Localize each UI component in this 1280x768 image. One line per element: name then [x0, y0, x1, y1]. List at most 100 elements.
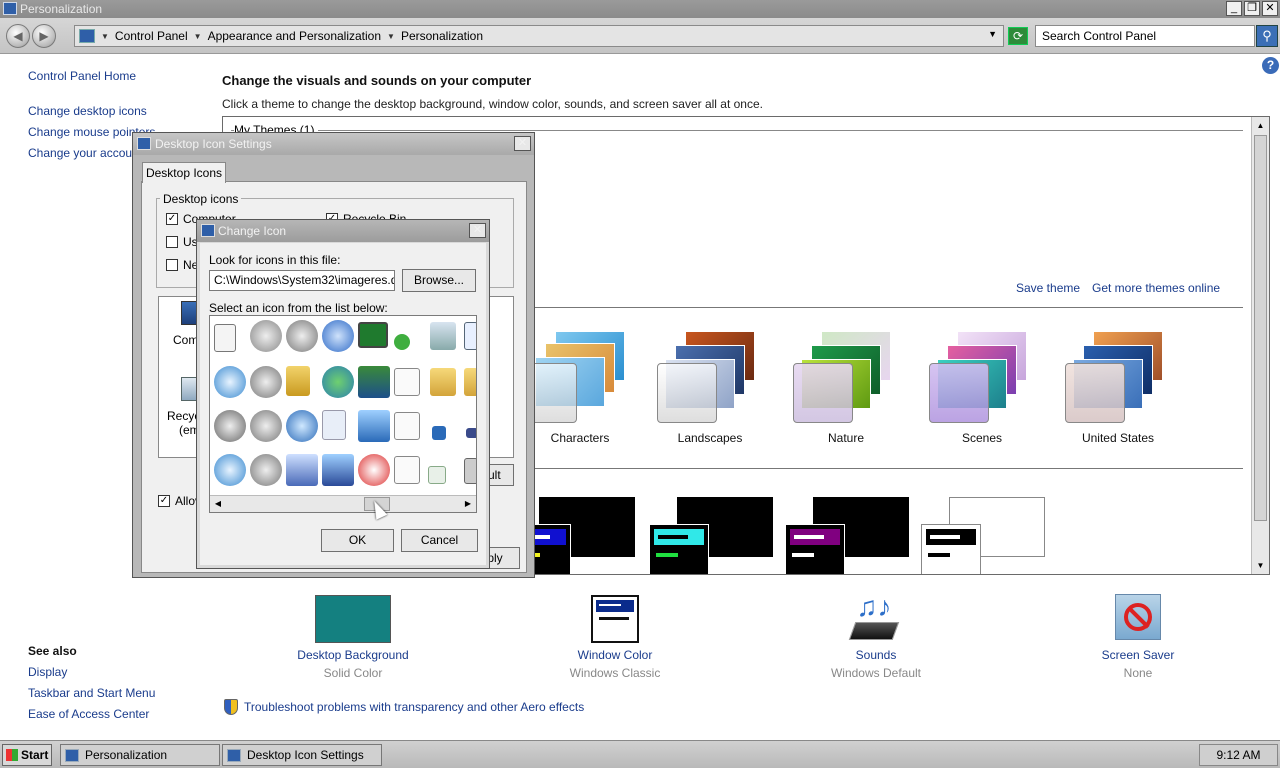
theme-basic-3[interactable] — [785, 497, 909, 574]
cancel-button[interactable]: Cancel — [401, 529, 478, 552]
theme-basic-4[interactable] — [921, 497, 1045, 574]
help-icon[interactable]: ? — [1262, 57, 1279, 74]
theme-scenes[interactable]: Scenes — [917, 327, 1047, 447]
scroll-down-icon[interactable]: ▼ — [1252, 557, 1269, 574]
taskbar-clock[interactable]: 9:12 AM — [1199, 744, 1278, 766]
breadcrumb-appearance[interactable]: Appearance and Personalization — [208, 29, 381, 43]
bd-disc-icon[interactable] — [250, 410, 282, 442]
look-for-label: Look for icons in this file: — [209, 253, 341, 267]
start-button[interactable]: Start — [2, 744, 52, 766]
network-checkbox[interactable]: Ne — [166, 258, 198, 272]
help-question-icon[interactable] — [322, 320, 354, 352]
setting-label[interactable]: Screen Saver — [1058, 648, 1218, 662]
window-titlebar: Personalization _ ❐ ✕ — [0, 0, 1280, 18]
close-button[interactable]: ✕ — [469, 223, 486, 238]
setting-label[interactable]: Desktop Background — [273, 648, 433, 662]
dvd-disc-icon[interactable] — [250, 320, 282, 352]
setting-label[interactable]: Sounds — [796, 648, 956, 662]
checkbox-icon[interactable]: ✓ — [158, 495, 170, 507]
drive-icon[interactable] — [466, 428, 476, 438]
media-icon[interactable] — [358, 454, 390, 486]
search-input[interactable]: Search Control Panel — [1035, 25, 1255, 47]
vertical-scrollbar[interactable]: ▲ ▼ — [1251, 117, 1269, 574]
dvd-drive-icon[interactable] — [214, 410, 246, 442]
scroll-up-icon[interactable]: ▲ — [1252, 117, 1269, 134]
save-theme-link[interactable]: Save theme — [1016, 281, 1080, 295]
chevron-right-icon[interactable]: ▼ — [387, 32, 395, 41]
breadcrumb-control-panel[interactable]: Control Panel — [115, 29, 188, 43]
chevron-down-icon[interactable]: ▼ — [988, 29, 997, 39]
users-files-checkbox[interactable]: Us — [166, 235, 198, 249]
folder-user-icon[interactable] — [286, 366, 310, 396]
calculator-icon[interactable] — [428, 466, 446, 484]
icon-file-path-input[interactable]: C:\Windows\System32\imageres.dll — [209, 270, 395, 291]
change-desktop-icons-link[interactable]: Change desktop icons — [28, 104, 147, 118]
search-computer-icon[interactable] — [286, 454, 318, 486]
dvd-disc-icon[interactable] — [214, 366, 246, 398]
cd-disc-icon[interactable] — [214, 454, 246, 486]
printer-icon[interactable] — [464, 458, 476, 484]
svcd-disc-icon[interactable] — [286, 320, 318, 352]
folder-icon[interactable] — [464, 368, 476, 396]
globe-clock-icon[interactable] — [286, 410, 318, 442]
checkbox-icon[interactable] — [166, 236, 178, 248]
checklist-icon[interactable] — [464, 322, 476, 350]
minimize-button[interactable]: _ — [1226, 1, 1242, 16]
close-button[interactable]: ✕ — [514, 136, 531, 151]
monitor-chart-icon[interactable] — [358, 322, 388, 348]
document-icon[interactable] — [214, 324, 236, 352]
get-more-themes-link[interactable]: Get more themes online — [1092, 281, 1220, 295]
address-field[interactable]: ▼ Control Panel ▼ Appearance and Persona… — [74, 25, 1004, 47]
folder-icon[interactable] — [430, 368, 456, 396]
ok-button[interactable]: OK — [321, 529, 394, 552]
scrollbar-thumb[interactable] — [1254, 135, 1267, 521]
chevron-right-icon[interactable]: ▼ — [194, 32, 202, 41]
check-icon[interactable] — [394, 334, 410, 350]
icon-grid[interactable]: ◀ ▶ — [209, 315, 477, 513]
scroll-right-icon[interactable]: ▶ — [460, 496, 476, 512]
network-computer-icon[interactable] — [358, 366, 390, 398]
documents-icon[interactable] — [322, 410, 346, 440]
taskbar-item-personalization[interactable]: Personalization — [60, 744, 220, 766]
search-button[interactable]: ⚲ — [1256, 25, 1278, 47]
back-button[interactable]: ◀ — [6, 24, 30, 48]
display-link[interactable]: Display — [28, 665, 67, 679]
allow-themes-checkbox[interactable]: ✓ Allov — [158, 494, 201, 508]
theme-basic-2[interactable] — [649, 497, 773, 574]
control-panel-icon — [3, 2, 17, 15]
ease-of-access-link[interactable]: Ease of Access Center — [28, 707, 149, 721]
checkbox-icon[interactable] — [166, 259, 178, 271]
theme-nature[interactable]: Nature — [781, 327, 911, 447]
dialog-icon — [201, 224, 215, 237]
font-icon[interactable] — [394, 368, 420, 396]
vcd-disc-icon[interactable] — [250, 454, 282, 486]
tab-desktop-icons[interactable]: Desktop Icons — [142, 162, 226, 183]
browse-button[interactable]: Browse... — [402, 269, 476, 292]
chevron-right-icon[interactable]: ▼ — [101, 32, 109, 41]
refresh-button[interactable]: ⟳ — [1008, 27, 1028, 45]
checkbox-icon[interactable]: ✓ — [166, 213, 178, 225]
shortcut-arrow-icon[interactable] — [432, 426, 446, 440]
setting-label[interactable]: Window Color — [535, 648, 695, 662]
sync-icon[interactable] — [322, 366, 354, 398]
horizontal-scrollbar[interactable]: ◀ ▶ — [210, 495, 476, 512]
forward-button[interactable]: ▶ — [32, 24, 56, 48]
printer-icon[interactable] — [430, 322, 456, 350]
taskbar-start-menu-link[interactable]: Taskbar and Start Menu — [28, 686, 155, 700]
troubleshoot-text[interactable]: Troubleshoot problems with transparency … — [244, 700, 584, 714]
scroll-left-icon[interactable]: ◀ — [210, 496, 226, 512]
divider — [533, 307, 1243, 308]
theme-united-states[interactable]: United States — [1053, 327, 1183, 447]
hd-dvd-disc-icon[interactable] — [250, 366, 282, 398]
maximize-button[interactable]: ❐ — [1244, 1, 1260, 16]
close-button[interactable]: ✕ — [1262, 1, 1278, 16]
taskbar-item-desktop-icon-settings[interactable]: Desktop Icon Settings — [222, 744, 382, 766]
control-panel-home-link[interactable]: Control Panel Home — [28, 69, 136, 83]
remote-desktop-icon[interactable] — [322, 454, 354, 486]
troubleshoot-link[interactable]: Troubleshoot problems with transparency … — [224, 699, 584, 715]
font-icon[interactable] — [394, 412, 420, 440]
breadcrumb-personalization[interactable]: Personalization — [401, 29, 483, 43]
network-icon[interactable] — [358, 410, 390, 442]
theme-landscapes[interactable]: Landscapes — [645, 327, 775, 447]
opentype-font-icon[interactable] — [394, 456, 420, 484]
